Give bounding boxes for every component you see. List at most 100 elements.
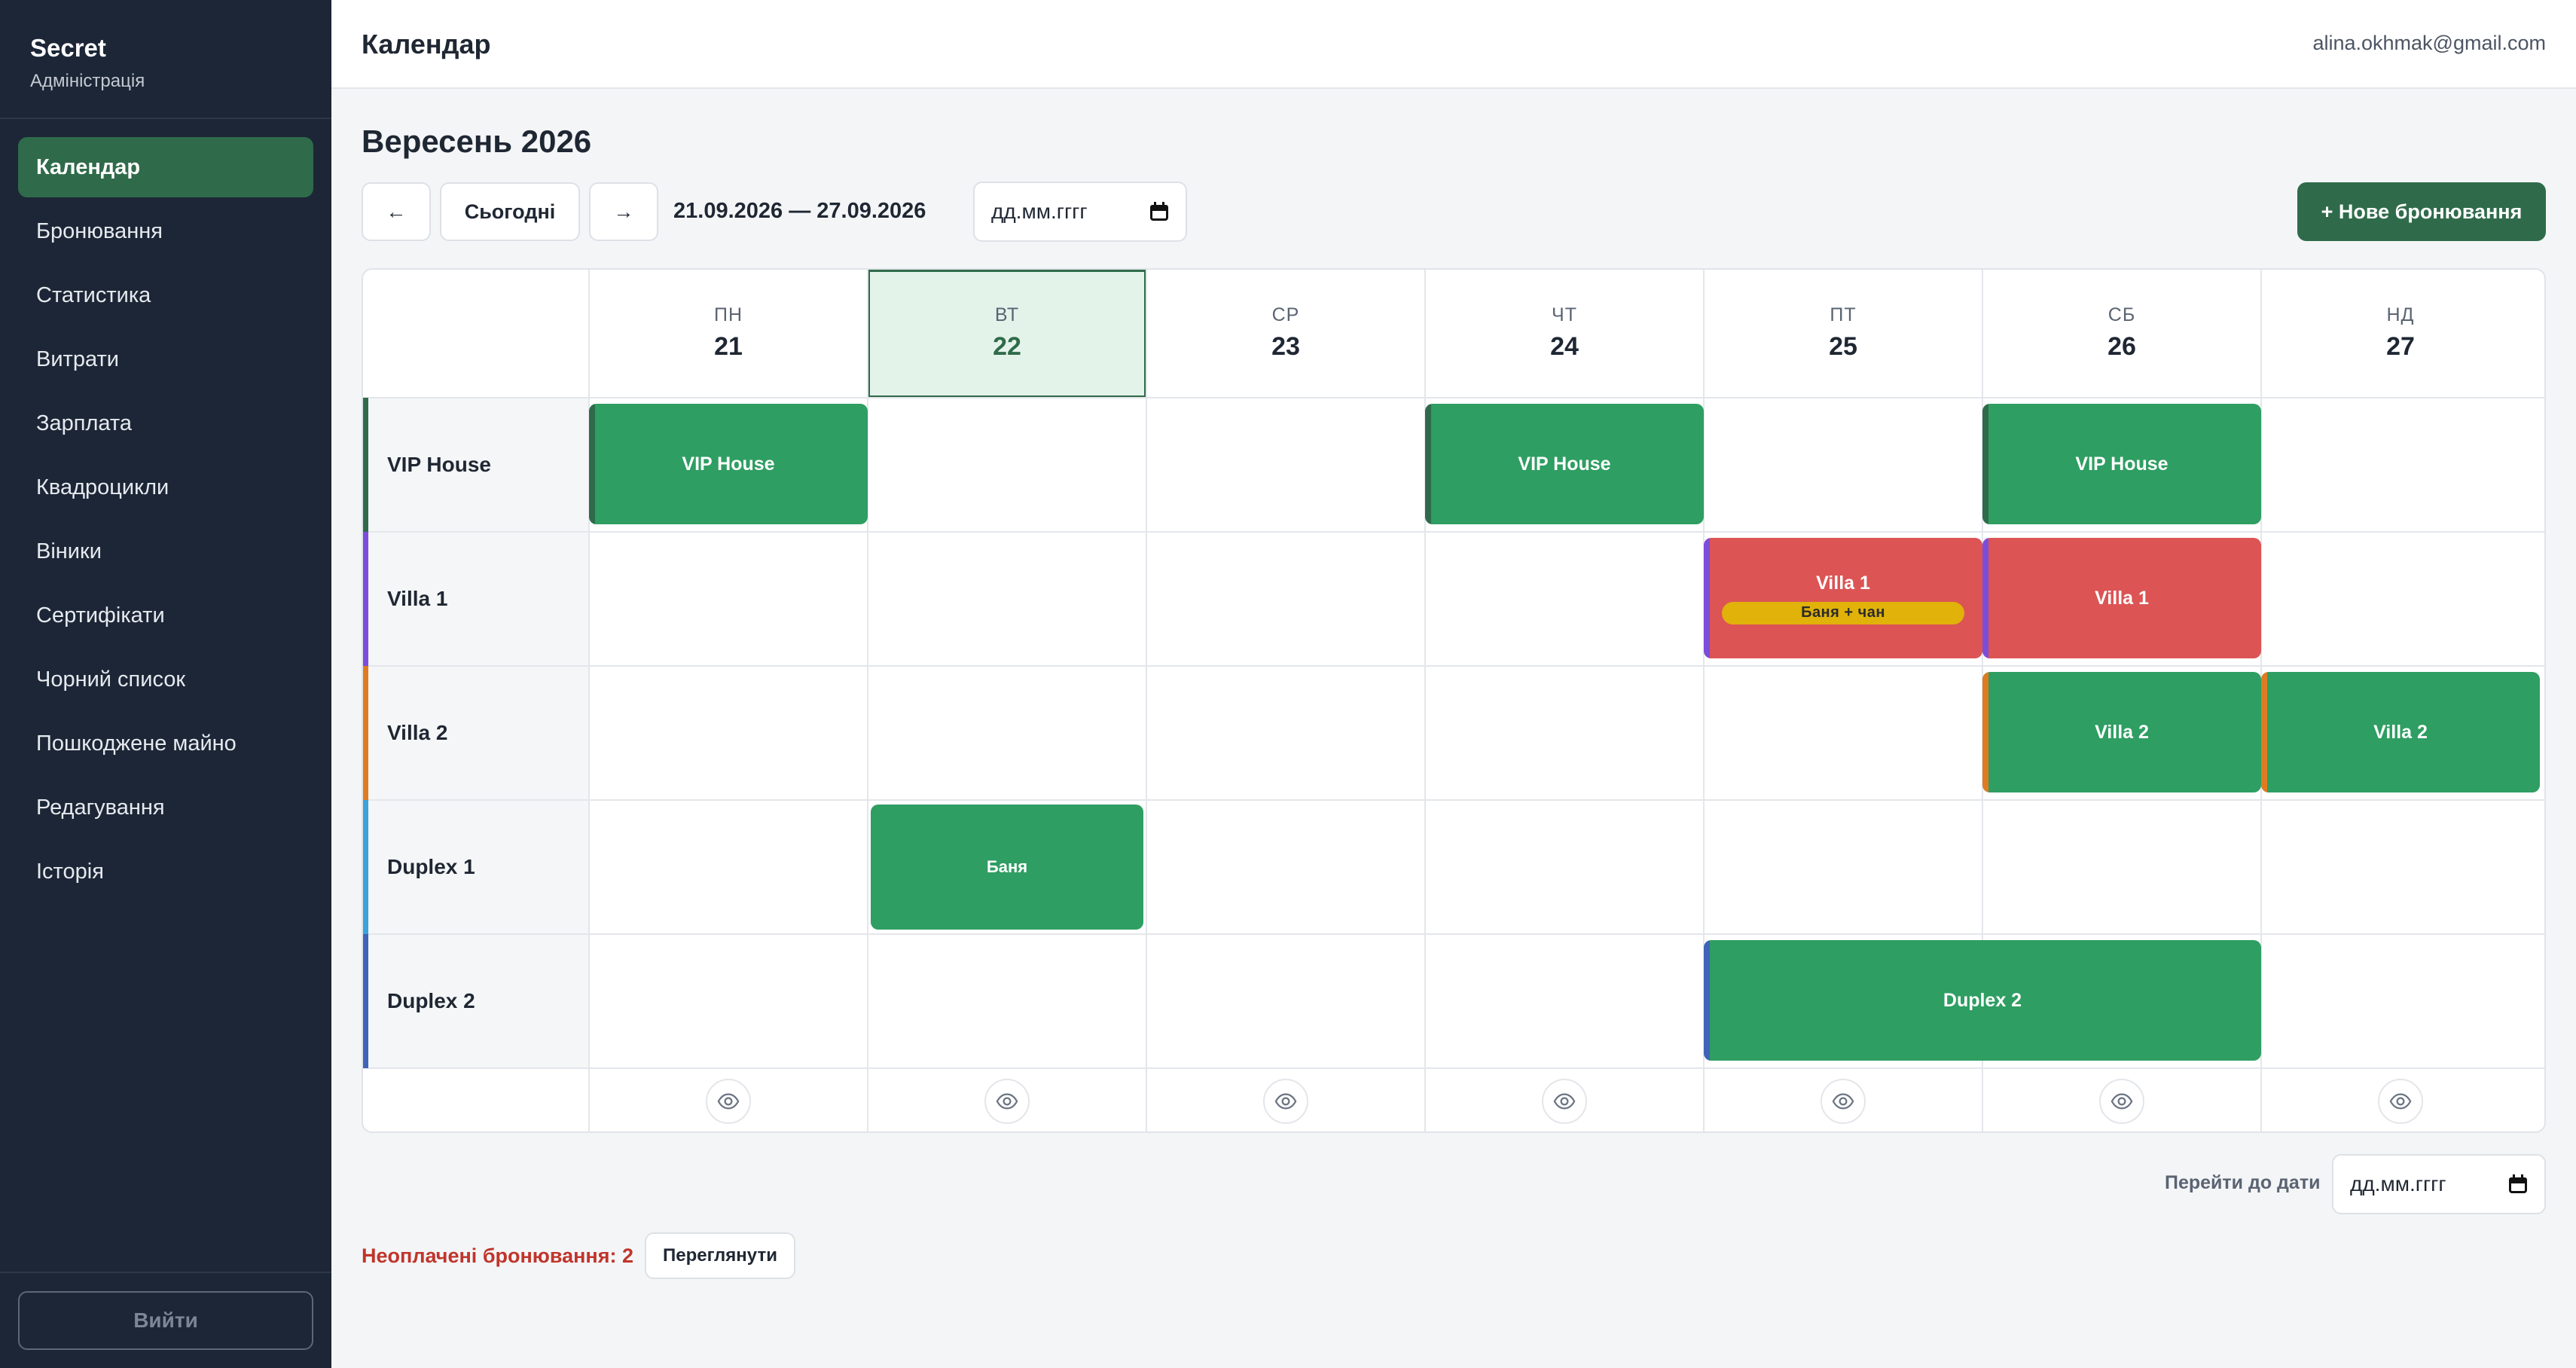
booking-room-stripe	[1982, 538, 1988, 658]
eye-icon	[996, 1093, 1018, 1110]
grid-line	[1146, 270, 1147, 1131]
day-header: ВТ 22	[868, 270, 1146, 398]
booking-room-stripe	[1704, 940, 1710, 1061]
day-number: 27	[2386, 332, 2415, 361]
booking-label: VIP House	[682, 453, 775, 475]
booking-block[interactable]: Villa 2	[1982, 672, 2261, 792]
booking-block[interactable]: VIP House	[589, 404, 868, 524]
room-color-stripe	[363, 934, 368, 1068]
view-unpaid-button[interactable]: Переглянути	[645, 1232, 795, 1279]
sidebar-item-expenses[interactable]: Витрати	[18, 329, 313, 389]
view-day-button[interactable]	[1542, 1079, 1587, 1124]
eye-icon	[2389, 1093, 2412, 1110]
brand-subtitle: Адміністрація	[30, 71, 145, 91]
booking-block[interactable]: VIP House	[1982, 404, 2261, 524]
day-of-week: ЧТ	[1552, 304, 1577, 325]
day-header: НД 27	[2261, 270, 2540, 398]
view-day-button[interactable]	[2099, 1079, 2144, 1124]
date-picker-input[interactable]: дд.мм.гггг	[973, 182, 1187, 242]
booking-label: Баня	[986, 857, 1028, 876]
booking-label: Villa 1	[2095, 587, 2149, 609]
day-of-week: ПН	[713, 304, 743, 325]
day-number: 24	[1550, 332, 1579, 361]
room-name: VIP House	[387, 453, 491, 476]
sidebar-item-certificates[interactable]: Сертифікати	[18, 585, 313, 646]
eye-icon	[2111, 1093, 2133, 1110]
day-of-week: ВТ	[994, 304, 1020, 325]
grid-line	[363, 799, 2544, 801]
day-of-week: ПТ	[1830, 304, 1857, 325]
booking-block[interactable]: Villa 1	[1982, 538, 2261, 658]
goto-date-label: Перейти до дати	[2165, 1172, 2321, 1193]
eye-icon	[1274, 1093, 1297, 1110]
logout-button[interactable]: Вийти	[18, 1291, 313, 1350]
eye-icon	[717, 1093, 740, 1110]
room-name: Villa 1	[387, 587, 448, 610]
day-header: ПН 21	[589, 270, 868, 398]
new-booking-button[interactable]: + Нове бронювання	[2297, 182, 2546, 241]
booking-block[interactable]: Villa 1 Баня + чан	[1704, 538, 1982, 658]
calendar-grid: ПН 21 ВТ 22 СР 23 ЧТ 24 ПТ 25 СБ 26 НД 27 VIP House Vil…	[362, 268, 2546, 1133]
room-name: Duplex 1	[387, 855, 475, 878]
booking-label: VIP House	[1518, 453, 1611, 475]
day-number: 22	[993, 332, 1021, 361]
room-label: Duplex 1	[363, 800, 589, 934]
room-label: VIP House	[363, 398, 589, 532]
sidebar: Secret Адміністрація Календар Бронювання…	[0, 0, 331, 1368]
today-button[interactable]: Сьогодні	[440, 182, 580, 241]
sidebar-item-brooms[interactable]: Віники	[18, 521, 313, 582]
sidebar-item-editing[interactable]: Редагування	[18, 777, 313, 838]
day-number: 23	[1271, 332, 1300, 361]
view-day-button[interactable]	[2378, 1079, 2423, 1124]
brand: Secret Адміністрація	[0, 0, 331, 119]
day-number: 25	[1829, 332, 1857, 361]
day-number: 26	[2107, 332, 2136, 361]
sidebar-item-bookings[interactable]: Бронювання	[18, 201, 313, 261]
room-color-stripe	[363, 800, 368, 934]
room-label: Duplex 2	[363, 934, 589, 1068]
month-title: Вересень 2026	[362, 124, 592, 159]
service-badge: Баня + чан	[1722, 601, 1964, 624]
booking-label: Villa 2	[2373, 721, 2428, 743]
date-picker-placeholder: дд.мм.гггг	[991, 200, 1088, 223]
goto-date-placeholder: дд.мм.гггг	[2350, 1172, 2446, 1195]
calendar-icon[interactable]	[1149, 202, 1169, 221]
sidebar-item-quad-bikes[interactable]: Квадроцикли	[18, 457, 313, 518]
grid-line	[363, 665, 2544, 667]
day-header: СР 23	[1146, 270, 1425, 398]
booking-block[interactable]: Villa 2	[2261, 672, 2540, 792]
sidebar-item-history[interactable]: Історія	[18, 841, 313, 902]
day-number: 21	[714, 332, 743, 361]
goto-date-input[interactable]: дд.мм.гггг	[2332, 1154, 2546, 1214]
booking-room-stripe	[1425, 404, 1431, 524]
unpaid-bookings-notice: Неоплачені бронювання: 2	[362, 1244, 633, 1267]
day-of-week: НД	[2386, 304, 2415, 325]
prev-week-button[interactable]: ←	[362, 182, 431, 241]
sidebar-item-blacklist[interactable]: Чорний список	[18, 649, 313, 710]
booking-room-stripe	[1982, 404, 1988, 524]
sidebar-footer: Вийти	[0, 1272, 331, 1368]
view-day-button[interactable]	[706, 1079, 751, 1124]
booking-label: Villa 2	[2095, 721, 2149, 743]
grid-line	[363, 397, 2544, 398]
grid-line	[363, 531, 2544, 533]
sidebar-item-damaged-property[interactable]: Пошкоджене майно	[18, 713, 313, 774]
room-name: Duplex 2	[387, 989, 475, 1012]
booking-label: Villa 1	[1816, 572, 1870, 594]
sidebar-item-salary[interactable]: Зарплата	[18, 393, 313, 453]
booking-block[interactable]: Duplex 2	[1704, 940, 2261, 1061]
booking-label: VIP House	[2075, 453, 2169, 475]
day-header: СБ 26	[1982, 270, 2261, 398]
booking-room-stripe	[1704, 538, 1710, 658]
view-day-button[interactable]	[1263, 1079, 1308, 1124]
sidebar-item-statistics[interactable]: Статистика	[18, 265, 313, 325]
view-day-button[interactable]	[984, 1079, 1030, 1124]
booking-room-stripe	[1982, 672, 1988, 792]
calendar-icon[interactable]	[2508, 1174, 2528, 1194]
view-day-button[interactable]	[1821, 1079, 1866, 1124]
next-week-button[interactable]: →	[589, 182, 658, 241]
room-label: Villa 2	[363, 666, 589, 800]
booking-block[interactable]: VIP House	[1425, 404, 1704, 524]
sidebar-item-calendar[interactable]: Календар	[18, 137, 313, 197]
booking-block[interactable]: Баня	[871, 805, 1143, 930]
